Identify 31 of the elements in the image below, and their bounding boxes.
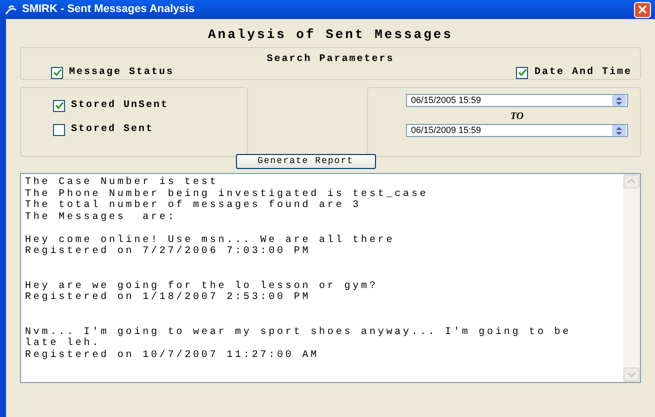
checkbox[interactable]: [53, 124, 65, 136]
panel-title: Search Parameters: [266, 52, 394, 67]
report-line: Nvm... I'm going to wear my sport shoes anyway... I'm going to be: [25, 326, 572, 338]
date-time-field[interactable]: 06/15/2005 15:59: [406, 94, 628, 107]
separator-label: TO: [509, 110, 525, 124]
report-line: Registered on 1/18/2007 2:53:00 PM: [25, 292, 312, 304]
report-line: Registered on 7/27/2006 7:03:00 PM: [25, 246, 312, 258]
spinner-icon[interactable]: [612, 95, 626, 106]
date-time-field[interactable]: 06/15/2009 15:59: [406, 124, 628, 137]
close-button[interactable]: [634, 2, 651, 18]
report-line: The Phone Number being investigated is test_case: [25, 188, 430, 200]
checkbox-label: Date And Time: [534, 66, 632, 80]
report-line: Hey are we going for the lo lesson or gym?: [25, 280, 379, 292]
window-title: SMIRK - Sent Messages Analysis: [22, 2, 195, 18]
checkbox[interactable]: [51, 66, 63, 78]
report-line: Registered on 10/7/2007 11:27:00 AM: [25, 350, 320, 361]
checkbox[interactable]: [53, 100, 65, 112]
app-icon: [4, 4, 18, 16]
generate-report-button[interactable]: Generate Report: [236, 154, 376, 169]
close-icon[interactable]: [638, 5, 647, 14]
checkbox-label: Message Status: [69, 66, 174, 80]
report-line: The total number of messages found are 3: [25, 200, 362, 212]
checkbox-label: Stored UnSent: [71, 98, 169, 113]
report-line: Hey come online! Use msn... We are all there: [25, 234, 396, 246]
report-line: The Case Number is test: [25, 177, 220, 188]
spinner-icon[interactable]: [612, 125, 626, 136]
checkbox-label: Stored Sent: [71, 122, 154, 137]
report-line: The Messages are:: [25, 212, 178, 223]
report-line: late leh.: [25, 338, 102, 350]
checkbox[interactable]: [516, 66, 528, 78]
heading: Analysis of Sent Messages: [206, 26, 454, 44]
